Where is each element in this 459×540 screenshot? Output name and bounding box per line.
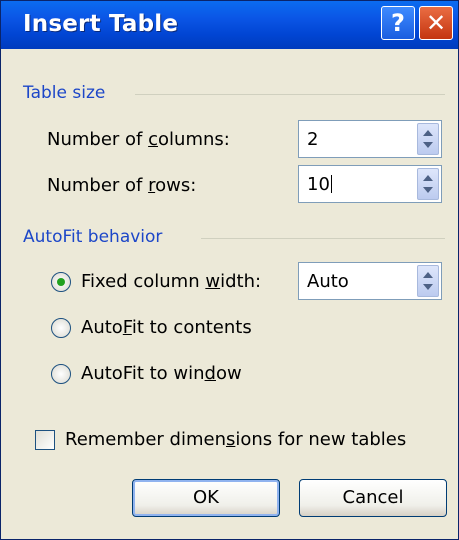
fixed-width-spinner[interactable]: Auto [298,262,442,300]
dialog-title: Insert Table [23,11,179,37]
rows-spinner[interactable]: 10 [298,165,442,203]
text-caret [330,175,332,193]
table-size-divider [135,94,445,95]
insert-table-dialog: Insert Table ? ✕ Table size Number of co… [0,0,459,540]
columns-value[interactable]: 2 [307,129,318,150]
rows-spin-buttons[interactable] [417,168,439,200]
spin-up-icon[interactable] [423,272,433,278]
autofit-group-label: AutoFit behavior [23,227,163,247]
spin-down-icon[interactable] [423,142,433,148]
rows-value[interactable]: 10 [307,174,332,195]
table-size-group-label: Table size [23,83,106,103]
spin-down-icon[interactable] [423,187,433,193]
remember-dimensions-label[interactable]: Remember dimensions for new tables [65,429,406,450]
close-icon: ✕ [425,9,447,37]
autofit-window-label[interactable]: AutoFit to window [81,363,242,384]
remember-dimensions-checkbox[interactable] [35,430,55,450]
spin-up-icon[interactable] [423,175,433,181]
rows-label: Number of rows: [47,175,197,196]
autofit-contents-label[interactable]: AutoFit to contents [81,317,252,338]
title-bar[interactable]: Insert Table ? ✕ [1,1,458,49]
radio-selected-dot [57,278,65,286]
fixed-width-spin-buttons[interactable] [417,265,439,297]
fixed-width-radio[interactable] [51,272,71,292]
spin-up-icon[interactable] [423,130,433,136]
fixed-width-value[interactable]: Auto [307,271,349,292]
autofit-contents-radio[interactable] [51,318,71,338]
close-button[interactable]: ✕ [419,6,453,40]
columns-label: Number of columns: [47,129,230,150]
columns-spinner[interactable]: 2 [298,120,442,158]
ok-button[interactable]: OK [132,479,280,517]
cancel-button[interactable]: Cancel [299,479,447,517]
help-icon: ? [391,9,405,37]
help-button[interactable]: ? [381,6,415,40]
columns-spin-buttons[interactable] [417,123,439,155]
autofit-window-radio[interactable] [51,364,71,384]
fixed-width-label[interactable]: Fixed column width: [81,271,261,292]
spin-down-icon[interactable] [423,284,433,290]
autofit-divider [201,238,445,239]
